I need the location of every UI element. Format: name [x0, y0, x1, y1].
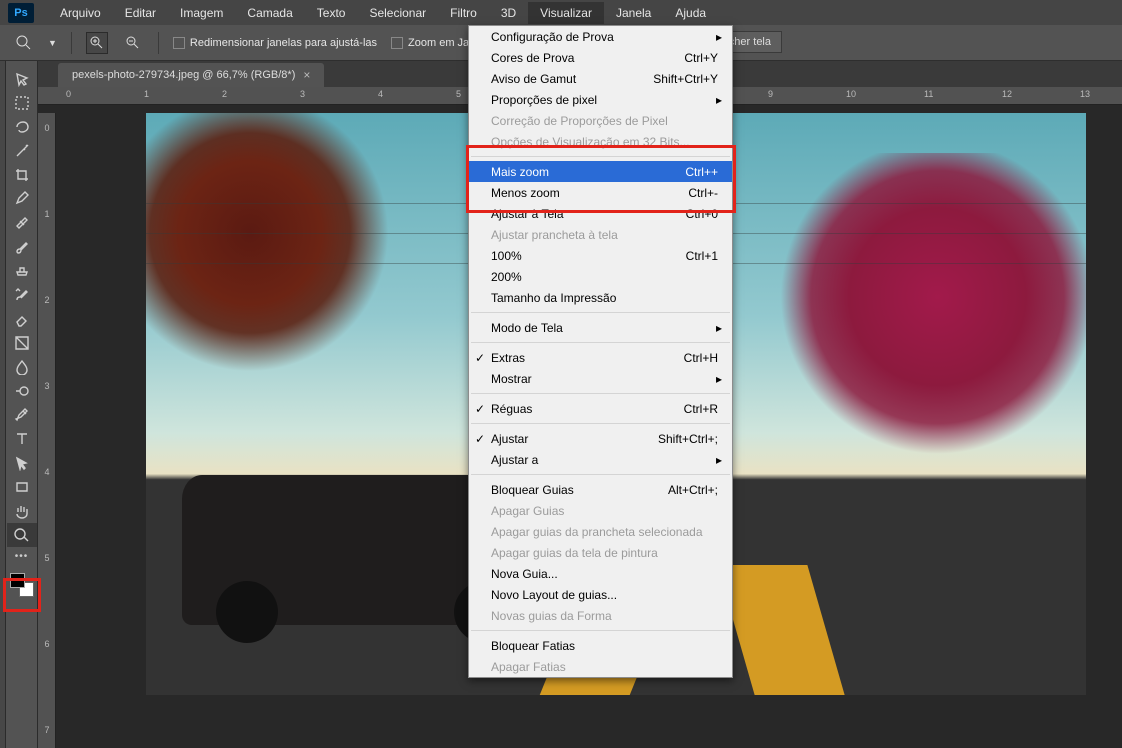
ruler-tick: 11	[924, 89, 933, 99]
menu-item-ajustar-tela[interactable]: Ajustar à TelaCtrl+0	[469, 203, 732, 224]
ruler-tick: 5	[456, 89, 461, 99]
menu-selecionar[interactable]: Selecionar	[357, 2, 438, 24]
resize-windows-checkbox[interactable]: Redimensionar janelas para ajustá-las	[173, 37, 377, 49]
ruler-tick: 0	[66, 89, 71, 99]
rectangle-tool[interactable]	[7, 475, 37, 499]
menu-item-ajustar-a[interactable]: Ajustar a▸	[469, 449, 732, 470]
menu-camada[interactable]: Camada	[235, 2, 304, 24]
menu-item-200[interactable]: 200%	[469, 266, 732, 287]
ruler-tick: 4	[38, 467, 56, 477]
ruler-tick: 13	[1080, 89, 1090, 99]
eyedropper-tool[interactable]	[7, 187, 37, 211]
color-swatch[interactable]	[10, 573, 34, 597]
menu-item-bloquear-guias[interactable]: Bloquear GuiasAlt+Ctrl+;	[469, 479, 732, 500]
path-selection-tool[interactable]	[7, 451, 37, 475]
menu-visualizar[interactable]: Visualizar	[528, 2, 604, 24]
brush-tool[interactable]	[7, 235, 37, 259]
menu-item-apagar-guias-da-tela-de-pintura: Apagar guias da tela de pintura	[469, 542, 732, 563]
menu-3d[interactable]: 3D	[489, 2, 528, 24]
menu-separator	[471, 393, 730, 394]
menu-item-mais-zoom[interactable]: Mais zoomCtrl++	[469, 161, 732, 182]
zoom-in-icon[interactable]	[86, 32, 108, 54]
ruler-tick: 3	[300, 89, 305, 99]
ruler-tick: 12	[1002, 89, 1012, 99]
menu-item-100[interactable]: 100%Ctrl+1	[469, 245, 732, 266]
menu-separator	[471, 156, 730, 157]
ruler-tick: 7	[38, 725, 56, 735]
ruler-tick: 3	[38, 381, 56, 391]
healing-brush-tool[interactable]	[7, 211, 37, 235]
photoshop-logo: Ps	[8, 3, 34, 23]
blur-tool[interactable]	[7, 355, 37, 379]
menu-separator	[471, 342, 730, 343]
menu-separator	[471, 423, 730, 424]
menu-item-tamanho-da-impress-o[interactable]: Tamanho da Impressão	[469, 287, 732, 308]
ruler-tick: 4	[378, 89, 383, 99]
ruler-tick: 0	[38, 123, 56, 133]
menu-item-ajustar[interactable]: ✓AjustarShift+Ctrl+;	[469, 428, 732, 449]
history-brush-tool[interactable]	[7, 283, 37, 307]
marquee-tool[interactable]	[7, 91, 37, 115]
toolbox: •••	[6, 61, 38, 748]
menu-item-apagar-fatias: Apagar Fatias	[469, 656, 732, 677]
ruler-tick: 2	[222, 89, 227, 99]
move-tool[interactable]	[7, 67, 37, 91]
type-tool[interactable]	[7, 427, 37, 451]
menu-item-menos-zoom[interactable]: Menos zoomCtrl+-	[469, 182, 732, 203]
menu-bar: Ps ArquivoEditarImagemCamadaTextoSelecio…	[0, 0, 1122, 25]
menu-ajuda[interactable]: Ajuda	[663, 2, 718, 24]
menu-item-corre-o-de-propor-es-de-pixel: Correção de Proporções de Pixel	[469, 110, 732, 131]
zoom-tool[interactable]	[7, 523, 37, 547]
dodge-tool[interactable]	[7, 379, 37, 403]
lasso-tool[interactable]	[7, 115, 37, 139]
menu-janela[interactable]: Janela	[604, 2, 663, 24]
magic-wand-tool[interactable]	[7, 139, 37, 163]
menu-item-ajustar-prancheta-tela: Ajustar prancheta à tela	[469, 224, 732, 245]
eraser-tool[interactable]	[7, 307, 37, 331]
menu-item-aviso-de-gamut[interactable]: Aviso de GamutShift+Ctrl+Y	[469, 68, 732, 89]
ruler-tick: 2	[38, 295, 56, 305]
close-icon[interactable]: ×	[303, 68, 310, 82]
menu-item-nova-guia[interactable]: Nova Guia...	[469, 563, 732, 584]
gradient-tool[interactable]	[7, 331, 37, 355]
menu-item-propor-es-de-pixel[interactable]: Proporções de pixel▸	[469, 89, 732, 110]
menu-arquivo[interactable]: Arquivo	[48, 2, 113, 24]
visualizar-dropdown-menu: Configuração de Prova▸Cores de ProvaCtrl…	[468, 25, 733, 678]
tab-title: pexels-photo-279734.jpeg @ 66,7% (RGB/8*…	[72, 69, 295, 81]
crop-tool[interactable]	[7, 163, 37, 187]
ruler-tick: 10	[846, 89, 856, 99]
menu-separator	[471, 474, 730, 475]
ruler-tick: 9	[768, 89, 773, 99]
menu-item-modo-de-tela[interactable]: Modo de Tela▸	[469, 317, 732, 338]
menu-imagem[interactable]: Imagem	[168, 2, 235, 24]
menu-filtro[interactable]: Filtro	[438, 2, 489, 24]
ruler-tick: 1	[144, 89, 149, 99]
current-tool-icon	[14, 33, 34, 53]
pen-tool[interactable]	[7, 403, 37, 427]
menu-item-r-guas[interactable]: ✓RéguasCtrl+R	[469, 398, 732, 419]
menu-item-novo-layout-de-guias[interactable]: Novo Layout de guias...	[469, 584, 732, 605]
ruler-tick: 5	[38, 553, 56, 563]
ruler-vertical: 0 1 2 3 4 5 6 7	[38, 113, 56, 748]
menu-separator	[471, 630, 730, 631]
menu-item-apagar-guias-da-prancheta-selecionada: Apagar guias da prancheta selecionada	[469, 521, 732, 542]
menu-item-apagar-guias: Apagar Guias	[469, 500, 732, 521]
ruler-tick: 1	[38, 209, 56, 219]
menu-item-extras[interactable]: ✓ExtrasCtrl+H	[469, 347, 732, 368]
menu-item-configura-o-de-prova[interactable]: Configuração de Prova▸	[469, 26, 732, 47]
menu-separator	[471, 312, 730, 313]
menu-item-novas-guias-da-forma: Novas guias da Forma	[469, 605, 732, 626]
clone-stamp-tool[interactable]	[7, 259, 37, 283]
menu-item-bloquear-fatias[interactable]: Bloquear Fatias	[469, 635, 732, 656]
menu-item-op-es-de-visualiza-o-em-32-bits: Opções de Visualização em 32 Bits...	[469, 131, 732, 152]
more-tools-icon[interactable]: •••	[7, 547, 37, 565]
ruler-tick: 6	[38, 639, 56, 649]
menu-item-mostrar[interactable]: Mostrar▸	[469, 368, 732, 389]
menu-editar[interactable]: Editar	[113, 2, 168, 24]
menu-texto[interactable]: Texto	[305, 2, 358, 24]
menu-item-cores-de-prova[interactable]: Cores de ProvaCtrl+Y	[469, 47, 732, 68]
document-tab[interactable]: pexels-photo-279734.jpeg @ 66,7% (RGB/8*…	[58, 63, 324, 87]
zoom-out-icon[interactable]	[122, 32, 144, 54]
hand-tool[interactable]	[7, 499, 37, 523]
